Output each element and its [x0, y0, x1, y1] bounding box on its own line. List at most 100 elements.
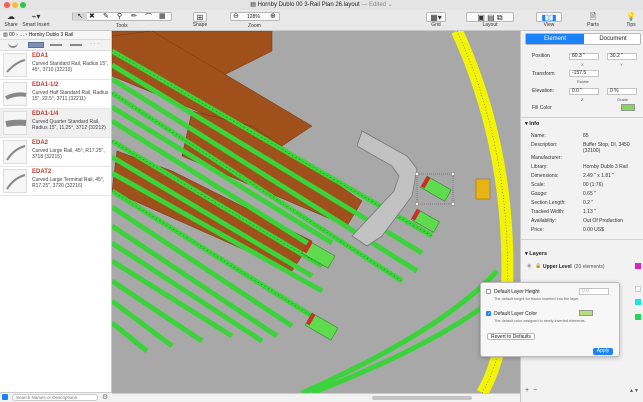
edited-status[interactable]: — Edited ⌄ [361, 2, 392, 8]
document-icon: ▤ [250, 2, 258, 8]
breadcrumb-current[interactable]: Hornby Dublo 3 Rail [29, 32, 74, 38]
minimize-window-button[interactable] [12, 2, 18, 8]
elevation-field[interactable]: 0.0 " [569, 88, 599, 95]
z-caption: Z [581, 97, 584, 102]
info-value: 1.13 " [583, 209, 596, 215]
building-tool-icon[interactable]: ▦ [159, 12, 166, 20]
library-item[interactable]: EDA2 Curved Large Rail, 45°, R17.25", 37… [0, 138, 111, 167]
default-color-swatch[interactable] [579, 310, 593, 316]
inspector-tabs: Element Document [525, 33, 641, 45]
layers-title: Layers [529, 251, 548, 257]
info-key: Tracked Width: [531, 209, 565, 215]
default-height-help: The default height for tracks inserted i… [494, 297, 580, 301]
curved-rail-thumbnail-icon [3, 53, 27, 77]
curved-rail-thumbnail-icon [3, 111, 27, 135]
filter-curve-icon[interactable] [8, 42, 18, 48]
revert-defaults-button[interactable]: Revert to Defaults [487, 333, 536, 340]
window-title: Hornby Dublo 00 3-Rail Plan 26.layout [257, 2, 360, 8]
default-height-field[interactable]: 0.0 " [579, 288, 609, 295]
shape-button[interactable]: ⊞ Shape [190, 12, 210, 28]
default-height-checkbox[interactable] [486, 289, 491, 294]
rotate-field[interactable]: -157.5 [569, 70, 599, 77]
info-key: Price: [531, 227, 544, 233]
filter-more-icon[interactable]: · · · [90, 41, 99, 47]
pencil-tool-icon[interactable]: ✏ [131, 12, 137, 20]
info-value: 0.65 " [583, 191, 596, 197]
tools-label: Tools [116, 23, 128, 29]
layout-button[interactable]: ▣ ▤ ⧉ Layout [466, 12, 514, 28]
breadcrumb-root[interactable]: 00 [9, 32, 15, 38]
settings-gear-icon[interactable]: ⚙ [102, 393, 108, 401]
tab-element[interactable]: Element [526, 34, 584, 44]
layer-color-swatch[interactable] [635, 263, 641, 269]
parts-button[interactable]: 🗎 Parts [584, 12, 602, 28]
add-library-icon[interactable] [2, 394, 8, 400]
close-window-button[interactable] [4, 2, 10, 8]
x-caption: X [581, 62, 584, 67]
info-key: Availability: [531, 218, 556, 224]
default-color-checkbox[interactable]: ✓ [486, 311, 491, 317]
lock-icon[interactable]: 🔒 [535, 263, 541, 269]
filter-curved-rail-icon[interactable] [28, 42, 44, 48]
scroll-thumb[interactable] [372, 396, 472, 400]
tunnel-tool-icon[interactable]: ⌒ [145, 12, 152, 22]
item-description: Curved Large Rail, 45°, R17.25", 3718 (3… [32, 148, 105, 160]
library-item[interactable]: EDA1-1/2 Curved Half Standard Rail, Radi… [0, 80, 111, 109]
zoom-value: 128% [247, 14, 260, 20]
select-arrow-icon[interactable]: ↖ [73, 12, 87, 21]
grid-label: Grid [431, 22, 441, 28]
divider [521, 117, 643, 118]
library-item[interactable]: EDAT2 Curved Large Terminal Rail, 45°, R… [0, 167, 111, 196]
filter-point-icon[interactable] [70, 44, 82, 46]
scroll-arrows-icon[interactable]: ▲▼ [629, 388, 639, 394]
zoom-out-icon[interactable]: ⊖ [233, 12, 239, 20]
info-value: 2.49 " x 1.81 " [583, 173, 615, 179]
zoom-window-button[interactable] [20, 2, 26, 8]
zoom-in-icon[interactable]: ⊕ [270, 12, 276, 20]
horizontal-scrollbar[interactable] [112, 393, 520, 402]
layer-color-swatch[interactable] [635, 286, 641, 292]
share-button[interactable]: ☁ Share [3, 12, 19, 28]
position-y-field[interactable]: 30.2 " [607, 53, 637, 60]
layers-section-header[interactable]: ▾ Layers [525, 251, 547, 257]
tips-button[interactable]: 💡 Tips [622, 12, 640, 28]
delete-tool-icon[interactable]: ✖ [89, 12, 95, 20]
track-layout-drawing[interactable] [112, 31, 520, 393]
view-label: View [543, 22, 555, 28]
item-description: Curved Large Terminal Rail, 45°, R17.25"… [32, 177, 105, 189]
info-key: Library: [531, 164, 548, 170]
filter-straight-icon[interactable] [50, 44, 62, 46]
tab-document[interactable]: Document [584, 34, 642, 44]
library-panel: ▥ 00 › … › Hornby Dublo 3 Rail · · · EDA… [0, 31, 112, 402]
view-button[interactable]: ◧◨ View [536, 12, 562, 28]
pin-tool-icon[interactable]: ⚲ [117, 12, 122, 20]
library-item[interactable]: EDA1-1/4 Curved Quarter Standard Rail, R… [0, 109, 111, 138]
layer-row[interactable]: ◉ 🔒 Upper Level (20 elements) [521, 262, 643, 272]
grid-button[interactable]: ▦▾ Grid [426, 12, 446, 28]
fill-color-label: Fill Color [532, 105, 552, 111]
visibility-eye-icon[interactable]: ◉ [527, 263, 531, 269]
info-key: Name: [531, 133, 546, 139]
apply-button[interactable]: Apply [593, 348, 613, 355]
info-value: Buffer Stop, DI, 3450 (32100) [583, 142, 630, 154]
share-label: Share [4, 22, 18, 28]
position-x-field[interactable]: 80.3 " [569, 53, 599, 60]
share-icon: ☁ [7, 12, 15, 21]
tips-icon: 💡 [626, 12, 636, 21]
smart-insert-button[interactable]: ⌁▾ Smart Insert [22, 12, 50, 28]
layer-color-swatch[interactable] [635, 299, 641, 305]
paint-tool-icon[interactable]: ✎ [103, 12, 109, 20]
library-search-input[interactable] [12, 394, 98, 401]
library-item[interactable]: EDA1 Curved Standard Rail, Radius 15", 4… [0, 51, 111, 80]
y-caption: Y [620, 62, 623, 67]
fill-color-swatch[interactable] [621, 104, 635, 111]
zoom-label: Zoom [248, 23, 261, 29]
info-key: Dimensions: [531, 173, 559, 179]
info-section-header[interactable]: ▾ Info [525, 121, 539, 127]
layout-canvas[interactable] [112, 31, 520, 393]
default-color-help: The default color assigned to newly inse… [494, 319, 586, 323]
remove-layer-icon[interactable]: − [533, 387, 537, 394]
layer-color-swatch[interactable] [635, 314, 641, 320]
add-layer-icon[interactable]: + [525, 387, 529, 394]
grade-field[interactable]: 0 % [607, 88, 637, 95]
